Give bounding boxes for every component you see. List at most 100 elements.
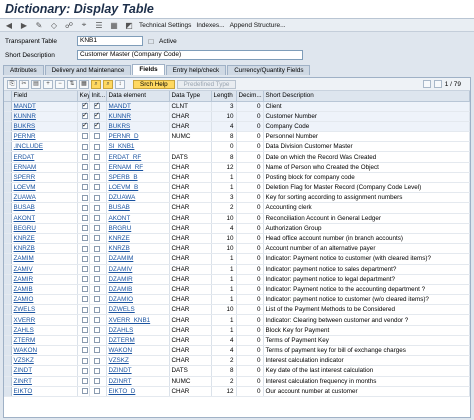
short-description-cell[interactable]: Interest calculation frequency in months bbox=[263, 376, 470, 387]
data-element-cell[interactable]: KNRZE bbox=[106, 233, 170, 245]
data-element-cell[interactable]: PERNR_D bbox=[106, 131, 170, 143]
field-link[interactable]: KNRZB bbox=[14, 245, 35, 252]
checkbox[interactable] bbox=[93, 184, 100, 191]
data-type-cell[interactable]: CHAR bbox=[169, 284, 212, 296]
data-type-cell[interactable]: CHAR bbox=[169, 192, 212, 204]
field-name-cell[interactable]: KNRZE bbox=[11, 233, 78, 245]
select-all-header[interactable] bbox=[4, 91, 12, 102]
decimals-cell[interactable]: 0 bbox=[236, 202, 264, 214]
init-checkbox-cell[interactable] bbox=[89, 243, 107, 255]
key-checkbox-cell[interactable] bbox=[77, 264, 90, 275]
init-checkbox-cell[interactable] bbox=[89, 111, 107, 122]
paste-icon[interactable]: ▤ bbox=[31, 79, 41, 89]
checkbox[interactable] bbox=[93, 204, 100, 211]
data-element-cell[interactable]: AKONT bbox=[106, 213, 170, 224]
table-row[interactable]: KNRZB KNRZB CHAR 10 0 Account number of an al… bbox=[4, 243, 470, 255]
checkbox[interactable] bbox=[93, 245, 100, 252]
forward-icon[interactable]: ▶ bbox=[19, 21, 29, 30]
key-checkbox-cell[interactable] bbox=[77, 386, 90, 397]
field-link[interactable]: ZWELS bbox=[14, 306, 36, 313]
checkbox[interactable] bbox=[81, 347, 88, 354]
data-element-cell[interactable]: DZAMIO bbox=[106, 294, 170, 306]
field-link[interactable]: SPERR bbox=[14, 174, 36, 181]
data-type-cell[interactable]: CHAR bbox=[169, 314, 212, 326]
init-checkbox-cell[interactable] bbox=[89, 335, 107, 347]
checkbox[interactable] bbox=[93, 164, 100, 171]
decimals-cell[interactable]: 0 bbox=[236, 274, 264, 285]
short-description-cell[interactable]: Customer Number bbox=[263, 111, 470, 122]
key-checkbox-cell[interactable] bbox=[77, 243, 90, 255]
short-description-cell[interactable]: Posting block for company code bbox=[263, 172, 470, 184]
length-cell[interactable]: 4 bbox=[211, 335, 237, 347]
checkbox[interactable] bbox=[93, 235, 100, 242]
key-checkbox-cell[interactable] bbox=[77, 131, 90, 143]
data-element-cell[interactable]: DZAMIB bbox=[106, 284, 170, 296]
data-type-cell[interactable]: CHAR bbox=[169, 355, 212, 367]
short-description-cell[interactable]: Indicator: payment notice to legal depar… bbox=[263, 274, 470, 285]
row-selector[interactable] bbox=[4, 192, 12, 204]
length-cell[interactable]: 10 bbox=[211, 233, 237, 245]
checkbox[interactable] bbox=[81, 265, 88, 272]
init-checkbox-cell[interactable] bbox=[89, 182, 107, 194]
field-name-cell[interactable]: LOEVM bbox=[11, 182, 78, 194]
checkbox[interactable] bbox=[81, 194, 88, 201]
key-checkbox-cell[interactable] bbox=[77, 345, 90, 357]
next-page-icon[interactable] bbox=[433, 80, 442, 88]
decimals-cell[interactable]: 0 bbox=[236, 264, 264, 275]
length-cell[interactable]: 8 bbox=[211, 365, 237, 377]
init-checkbox-cell[interactable] bbox=[89, 172, 107, 184]
field-link[interactable]: VZSKZ bbox=[14, 357, 34, 364]
table-row[interactable]: PERNR PERNR_D NUMC 8 0 Personnel Number bbox=[4, 131, 470, 143]
table-view-icon[interactable]: ▦ bbox=[79, 79, 89, 89]
length-cell[interactable]: 1 bbox=[211, 325, 237, 336]
table-row[interactable]: VZSKZ VZSKZ CHAR 2 0 Interest calculation ind… bbox=[4, 355, 470, 367]
row-selector[interactable] bbox=[4, 386, 12, 397]
data-type-cell[interactable]: DATS bbox=[169, 365, 212, 377]
find-next-icon[interactable]: ⌕ bbox=[103, 79, 113, 89]
where-used-icon[interactable]: ⌖ bbox=[79, 20, 89, 30]
row-selector[interactable] bbox=[4, 162, 12, 173]
checkbox[interactable] bbox=[81, 153, 88, 160]
init-checkbox-cell[interactable] bbox=[89, 376, 107, 387]
length-cell[interactable]: 1 bbox=[211, 284, 237, 296]
short-description-cell[interactable]: Name of Person who Created the Object bbox=[263, 162, 470, 173]
checkbox[interactable] bbox=[81, 388, 88, 395]
field-name-cell[interactable]: PERNR bbox=[11, 131, 78, 143]
init-checkbox-cell[interactable] bbox=[89, 304, 107, 316]
row-selector[interactable] bbox=[4, 111, 12, 122]
data-type-cell[interactable]: CHAR bbox=[169, 335, 212, 347]
key-checkbox-cell[interactable] bbox=[77, 182, 90, 194]
key-checkbox-cell[interactable] bbox=[77, 365, 90, 377]
init-checkbox-cell[interactable] bbox=[89, 264, 107, 275]
field-name-cell[interactable]: WAKON bbox=[11, 345, 78, 357]
data-element-cell[interactable]: EIKTO_D bbox=[106, 386, 170, 397]
field-link[interactable]: BEGRU bbox=[14, 225, 36, 232]
field-link[interactable]: ZINDT bbox=[14, 367, 33, 374]
table-row[interactable]: ZAMIB DZAMIB CHAR 1 0 Indicator: Payment noti… bbox=[4, 284, 470, 296]
checkbox[interactable] bbox=[81, 337, 88, 344]
length-cell[interactable]: 12 bbox=[211, 162, 237, 173]
field-link[interactable]: ZINRT bbox=[14, 378, 32, 385]
append-structure-button[interactable]: Append Structure... bbox=[230, 22, 286, 29]
decimals-cell[interactable]: 0 bbox=[236, 314, 264, 326]
field-name-cell[interactable]: ZAMIB bbox=[11, 284, 78, 296]
row-selector[interactable] bbox=[4, 284, 12, 296]
first-page-icon[interactable] bbox=[422, 80, 431, 88]
move-icon[interactable]: ⇅ bbox=[67, 79, 77, 89]
data-type-cell[interactable]: CLNT bbox=[169, 101, 212, 112]
field-name-cell[interactable]: ZAMIR bbox=[11, 274, 78, 285]
short-description-cell[interactable]: Data Division Customer Master bbox=[263, 141, 470, 153]
field-name-cell[interactable]: KNRZB bbox=[11, 243, 78, 255]
data-type-cell[interactable]: CHAR bbox=[169, 172, 212, 184]
field-link[interactable]: PERNR bbox=[14, 133, 36, 140]
data-type-cell[interactable]: CHAR bbox=[169, 294, 212, 306]
field-link[interactable]: ZAHLS bbox=[14, 327, 34, 334]
row-selector[interactable] bbox=[4, 325, 12, 336]
data-element-cell[interactable]: KNRZB bbox=[106, 243, 170, 255]
short-description-cell[interactable]: Deletion Flag for Master Record (Company… bbox=[263, 182, 470, 194]
row-selector[interactable] bbox=[4, 213, 12, 224]
init-checkbox-cell[interactable] bbox=[89, 274, 107, 285]
table-row[interactable]: .INCLUDE SI_KNB1 0 0 Data Division Customer … bbox=[4, 141, 470, 153]
data-element-cell[interactable]: MANDT bbox=[106, 101, 170, 112]
init-checkbox-cell[interactable] bbox=[89, 202, 107, 214]
